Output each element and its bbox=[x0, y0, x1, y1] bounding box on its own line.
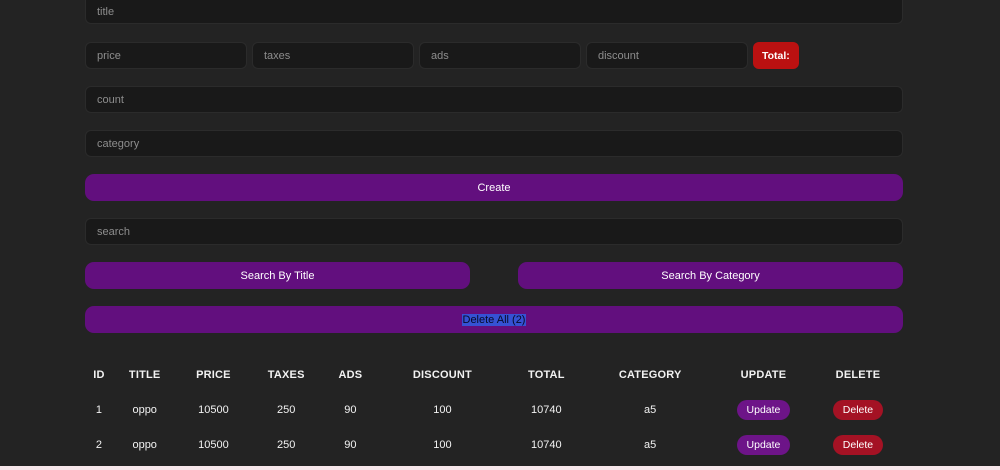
price-input[interactable] bbox=[85, 42, 247, 69]
header-price: PRICE bbox=[196, 368, 231, 381]
products-table: ID TITLE PRICE TAXES ADS DISCOUNT TOTAL … bbox=[85, 357, 903, 462]
header-delete: DELETE bbox=[835, 368, 881, 381]
delete-all-label: Delete All (2) bbox=[461, 313, 527, 326]
search-by-title-button[interactable]: Search By Title bbox=[85, 262, 470, 289]
numeric-inputs-row: Total: bbox=[85, 42, 903, 69]
row-delete-button[interactable]: Delete bbox=[832, 434, 884, 455]
cell-price: 10500 bbox=[198, 438, 229, 451]
cell-category: a5 bbox=[644, 438, 657, 451]
cell-id: 1 bbox=[95, 403, 102, 416]
title-input[interactable] bbox=[85, 0, 903, 24]
taxes-input[interactable] bbox=[252, 42, 414, 69]
cell-discount: 100 bbox=[433, 438, 452, 451]
cell-total: 10740 bbox=[531, 403, 562, 416]
main-content: Total: Create Search By Title Search By … bbox=[85, 0, 903, 462]
cell-taxes: 250 bbox=[277, 438, 296, 451]
header-category: CATEGORY bbox=[618, 368, 682, 381]
header-taxes: TAXES bbox=[267, 368, 305, 381]
create-button[interactable]: Create bbox=[85, 174, 903, 201]
cell-price: 10500 bbox=[198, 403, 229, 416]
header-id: ID bbox=[93, 368, 105, 381]
cell-total: 10740 bbox=[531, 438, 562, 451]
cell-discount: 100 bbox=[433, 403, 452, 416]
header-title: TITLE bbox=[128, 368, 161, 381]
cell-id: 2 bbox=[95, 438, 102, 451]
total-badge: Total: bbox=[753, 42, 799, 69]
header-discount: DISCOUNT bbox=[412, 368, 472, 381]
table-header-row: ID TITLE PRICE TAXES ADS DISCOUNT TOTAL … bbox=[85, 357, 903, 392]
delete-all-button[interactable]: Delete All (2) bbox=[85, 306, 903, 333]
search-input[interactable] bbox=[85, 218, 903, 245]
discount-input[interactable] bbox=[586, 42, 748, 69]
cell-taxes: 250 bbox=[277, 403, 296, 416]
header-total: TOTAL bbox=[527, 368, 565, 381]
count-input[interactable] bbox=[85, 86, 903, 113]
cell-title: oppo bbox=[132, 403, 157, 416]
header-update: UPDATE bbox=[740, 368, 787, 381]
header-ads: ADS bbox=[338, 368, 363, 381]
ads-input[interactable] bbox=[419, 42, 581, 69]
table-row: 2 oppo 10500 250 90 100 10740 a5 Update … bbox=[85, 427, 903, 462]
cell-title: oppo bbox=[132, 438, 157, 451]
cell-category: a5 bbox=[644, 403, 657, 416]
row-delete-button[interactable]: Delete bbox=[832, 399, 884, 420]
table-row: 1 oppo 10500 250 90 100 10740 a5 Update … bbox=[85, 392, 903, 427]
page-bottom-strip bbox=[0, 466, 1000, 470]
search-buttons-row: Search By Title Search By Category bbox=[85, 262, 903, 289]
row-update-button[interactable]: Update bbox=[736, 399, 791, 420]
cell-ads: 90 bbox=[344, 438, 357, 451]
search-by-category-button[interactable]: Search By Category bbox=[518, 262, 903, 289]
app-container: Total: Create Search By Title Search By … bbox=[0, 0, 1000, 466]
category-input[interactable] bbox=[85, 130, 903, 157]
row-update-button[interactable]: Update bbox=[736, 434, 791, 455]
cell-ads: 90 bbox=[344, 403, 357, 416]
